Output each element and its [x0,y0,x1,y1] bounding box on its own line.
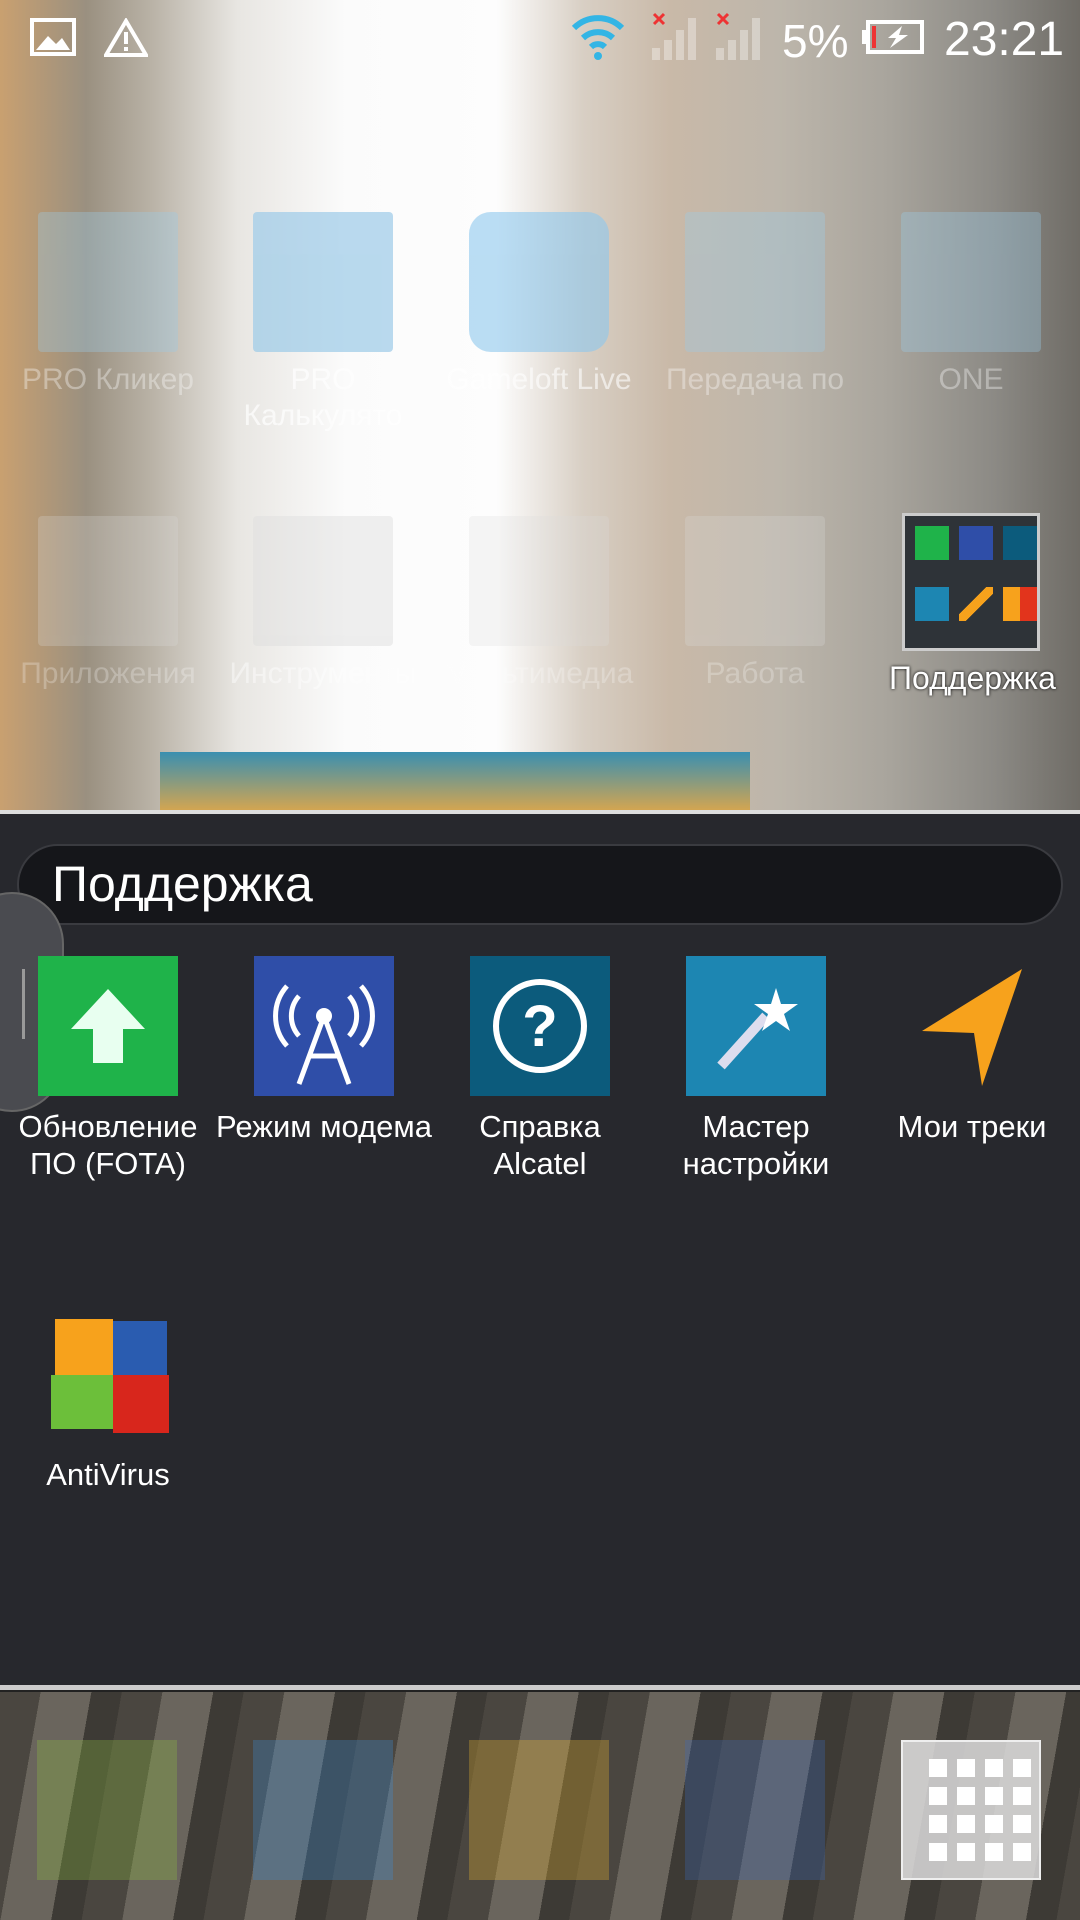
app-fota[interactable]: Обновление ПО (FOTA) [0,956,216,1182]
home-folder[interactable]: Приложения [8,516,208,692]
calculator-icon [253,212,393,352]
clock: 23:21 [944,13,1065,66]
mini-tracks-icon [959,587,993,621]
magic-wand-icon [686,956,826,1096]
dock-messages-icon[interactable] [469,1740,609,1880]
image-icon [30,18,76,56]
home-app[interactable]: Передача по [655,212,855,398]
mini-help-icon [1003,526,1037,560]
mini-fota-icon [915,526,949,560]
navigation-arrow-icon [902,956,1042,1096]
mini-modem-icon [959,526,993,560]
dock-phone-icon[interactable] [37,1740,177,1880]
avg-logo-icon [38,1304,178,1444]
app-antivirus[interactable]: AntiVirus [0,1304,216,1493]
warning-icon [104,18,148,57]
app-my-tracks[interactable]: Мои треки [864,956,1080,1145]
home-app[interactable]: PRO Калькулято [223,212,423,434]
folder-icon [685,516,825,646]
folder-name-field[interactable]: Поддержка [17,844,1063,925]
gameloft-icon [469,212,609,352]
home-folder[interactable]: Инструменты [223,516,423,692]
dock-contacts-icon[interactable] [253,1740,393,1880]
status-bar: 5% 23:21 [0,0,1080,80]
app-drawer-button[interactable] [901,1740,1041,1880]
home-app[interactable]: Gameloft Live [439,212,639,398]
battery-percent: 5% [782,15,849,67]
app-icon [685,212,825,352]
home-folder[interactable]: Мультимедиа [439,516,639,692]
svg-text:?: ? [522,994,557,1059]
folder-preview-support[interactable] [902,513,1040,651]
folder-label[interactable]: Поддержка [870,660,1075,697]
folder-icon [469,516,609,646]
open-folder-panel: Поддержка Обновление ПО (FOTA) Режим мод… [0,810,1080,1690]
home-app[interactable]: PRO Кликер [8,212,208,398]
mini-wizard-icon [915,587,949,621]
upload-arrow-icon [38,956,178,1096]
app-icon [901,212,1041,352]
app-modem[interactable]: Режим модема [216,956,432,1145]
wifi-icon [571,15,625,60]
signal-sim1-no-service-icon [652,12,696,60]
app-icon [38,212,178,352]
mini-antivirus-icon [1003,587,1037,621]
question-mark-icon: ? [470,956,610,1096]
app-help[interactable]: ? Справка Alcatel [432,956,648,1182]
app-setup-wizard[interactable]: Мастер настройки [648,956,864,1182]
antenna-tower-icon [254,956,394,1096]
signal-sim2-no-service-icon [716,12,760,60]
dock-browser-icon[interactable] [685,1740,825,1880]
battery-charging-icon [862,20,924,54]
folder-icon [253,516,393,646]
home-app[interactable]: ONE [871,212,1071,398]
folder-icon [38,516,178,646]
home-folder[interactable]: Работа [655,516,855,692]
